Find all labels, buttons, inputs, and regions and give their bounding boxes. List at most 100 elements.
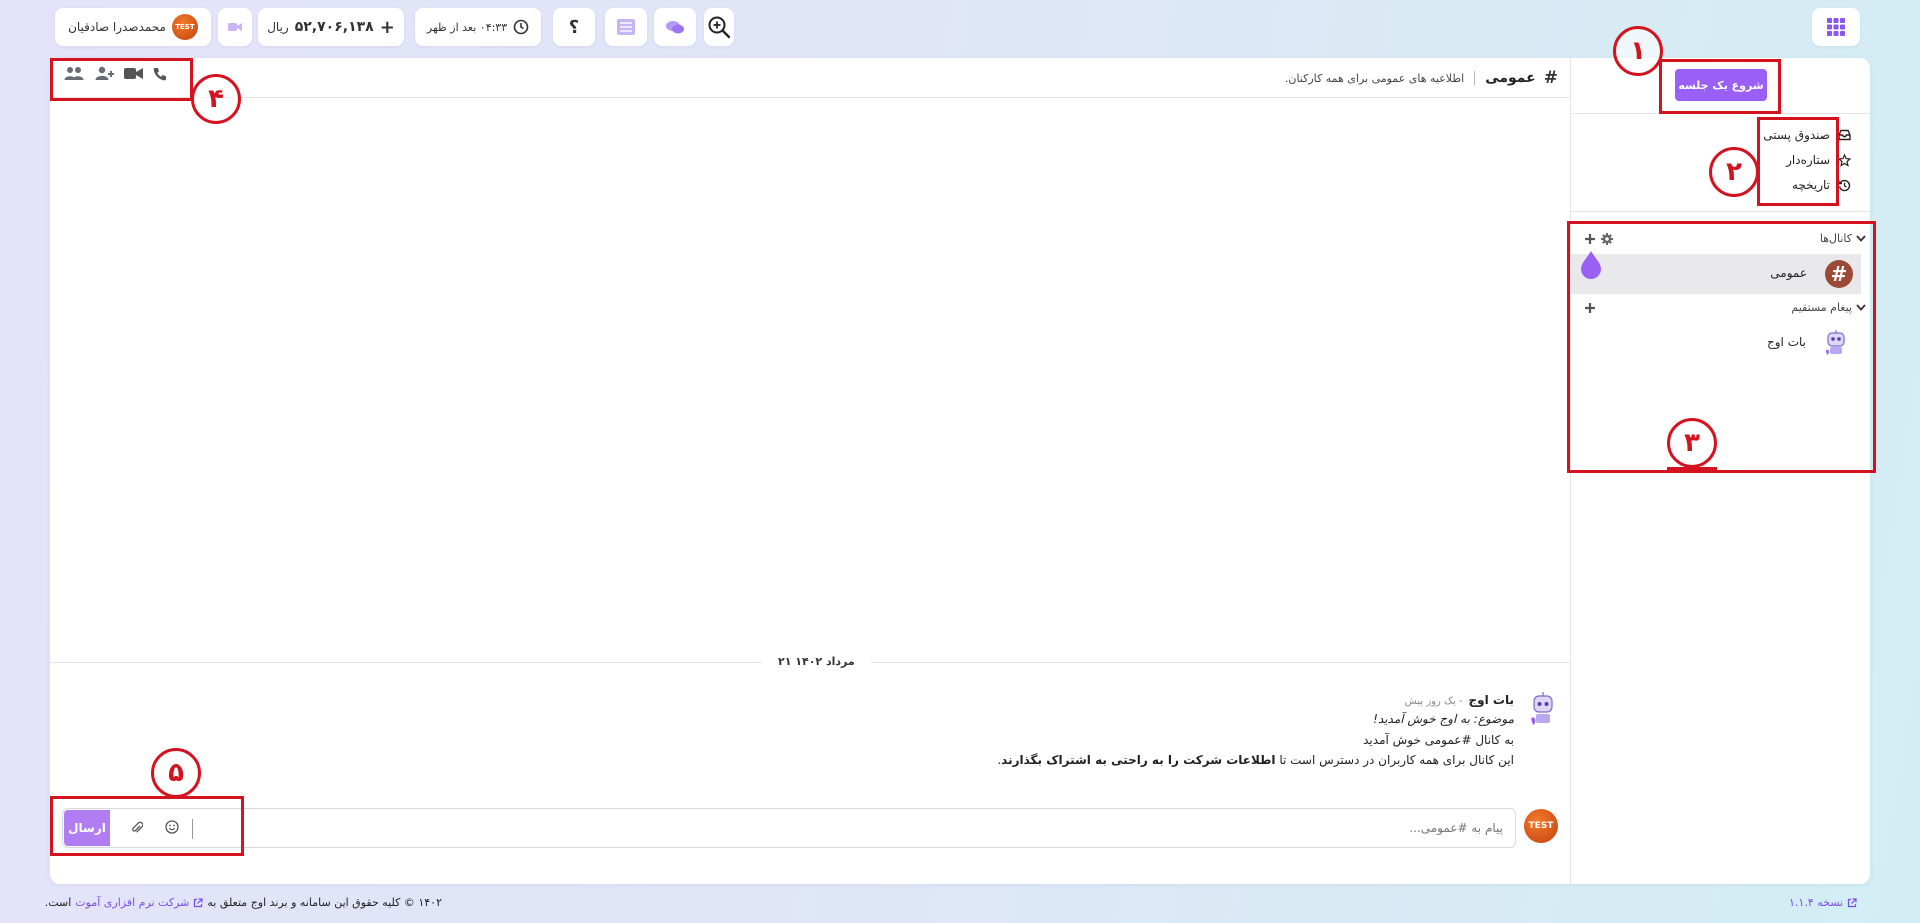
start-meeting-button[interactable]: شروع یک جلسه (1675, 69, 1767, 101)
call-actions (64, 66, 167, 81)
apps-menu-button[interactable] (1812, 8, 1860, 46)
sidebar-divider (1570, 58, 1571, 884)
plus-icon (1585, 234, 1595, 244)
sidebar-item-label: صندوق پستی (1763, 128, 1830, 142)
channels-title: کانال‌ها (1819, 232, 1852, 245)
balance-currency: ریال (267, 20, 289, 34)
channels-section-toggle[interactable]: کانال‌ها (1820, 232, 1866, 245)
chevron-down-icon (1856, 235, 1866, 242)
video-call-button[interactable] (124, 67, 143, 80)
help-icon: ؟ (568, 16, 580, 38)
version-link[interactable]: نسخه ۱.۱.۴ (1789, 896, 1857, 909)
clock-widget: ۰۴:۳۳ بعد از ظهر (415, 8, 541, 46)
channel-item-general[interactable]: # عمومی (1571, 251, 1861, 294)
user-menu[interactable]: TEST محمدصدرا صادقیان (55, 8, 211, 46)
video-icon (228, 23, 242, 31)
channel-topic: اطلاعیه های عمومی برای همه کارکنان. (1284, 71, 1465, 85)
dm-item-bot[interactable]: بات اوج (1571, 325, 1861, 361)
star-icon (1838, 153, 1851, 167)
line2-bold: اطلاعات شرکت را به راحتی به اشتراک بگذار… (1001, 753, 1276, 767)
sidebar-item-history[interactable]: تاریخچه (1792, 178, 1851, 192)
send-button[interactable]: ارسال (64, 810, 110, 846)
chat-button[interactable] (654, 8, 696, 46)
bot-avatar-icon (1823, 329, 1849, 357)
phone-icon (153, 67, 166, 80)
emoji-button[interactable] (165, 820, 179, 834)
wallet-balance[interactable]: + ۵۲,۷۰۶,۱۳۸ ریال (258, 8, 404, 46)
annotation-underline-5 (151, 796, 201, 799)
version-text: نسخه ۱.۱.۴ (1789, 896, 1844, 909)
paperclip-icon (132, 821, 143, 833)
channel-title: عمومی (1485, 70, 1536, 86)
sidebar-item-label: ستاره‌دار (1786, 153, 1830, 167)
footer-copyright: ۱۴۰۲ © کلیه حقوق این سامانه و برند اوج م… (45, 896, 442, 909)
members-button[interactable] (64, 66, 84, 81)
message-input[interactable] (203, 812, 1503, 844)
message-time: - یک روز پیش (1404, 696, 1463, 707)
message-subject: موضوع: به اوج خوش آمدید! (1373, 712, 1514, 726)
channel-header: # عمومی اطلاعیه های عمومی برای همه کارکن… (1285, 68, 1558, 88)
add-channel-button[interactable] (1584, 233, 1596, 245)
message-header: بات اوج - یک روز پیش (1405, 693, 1514, 707)
balance-amount: ۵۲,۷۰۶,۱۳۸ (294, 19, 374, 35)
message-line-2: این کانال برای همه کاربران در دسترس است … (997, 753, 1514, 767)
date-divider-label: ۲۱ مرداد ۱۴۰۲ (762, 655, 871, 668)
annotation-marker-2: ۲ (1709, 147, 1759, 197)
help-button[interactable]: ؟ (553, 8, 595, 46)
plus-icon (1585, 303, 1595, 313)
company-link[interactable]: شرکت نرم افزاری آموت (75, 896, 189, 909)
composer-separator (192, 819, 193, 839)
dm-name: بات اوج (1767, 335, 1806, 349)
annotation-marker-5: ۵ (151, 748, 201, 798)
sidebar-item-inbox[interactable]: صندوق پستی (1763, 128, 1851, 142)
dm-section-toggle[interactable]: پیغام مستقیم (1791, 301, 1866, 314)
chat-bubbles-icon (666, 21, 684, 34)
message-line-1: به کانال #عمومی خوش آمدید (1363, 733, 1514, 747)
tasks-button[interactable] (605, 8, 647, 46)
annotation-marker-1: ۱ (1613, 26, 1663, 76)
attach-button[interactable] (131, 821, 143, 835)
add-dm-button[interactable] (1584, 302, 1596, 314)
annotation-marker-3: ۳ (1667, 418, 1717, 468)
voice-call-button[interactable] (153, 67, 167, 81)
channel-avatar: # (1825, 260, 1853, 288)
inbox-icon (1838, 129, 1851, 141)
list-icon (617, 19, 635, 35)
zoom-button[interactable] (704, 8, 734, 46)
history-icon (1838, 179, 1851, 191)
sidebar-separator (1571, 211, 1870, 212)
sidebar-item-label: تاریخچه (1791, 178, 1830, 192)
message-author[interactable]: بات اوج (1469, 693, 1514, 707)
message-bot-avatar (1528, 691, 1558, 727)
annotation-marker-4: ۴ (191, 74, 241, 124)
annotation-underline-3 (1667, 467, 1717, 470)
avatar: TEST (171, 14, 198, 40)
dm-title: پیغام مستقیم (1791, 301, 1852, 314)
copyright-end: است. (44, 896, 72, 909)
subject-text: به اوج خوش آمدید! (1373, 712, 1470, 726)
header-separator (1474, 71, 1476, 85)
add-member-button[interactable] (94, 66, 114, 81)
time-text: ۰۴:۳۳ بعد از ظهر (426, 20, 508, 34)
external-link-icon (1847, 897, 1857, 908)
gear-icon (1601, 233, 1613, 245)
grid-icon (1827, 18, 1845, 36)
balance-plus[interactable]: + (380, 17, 395, 38)
line2-plain: این کانال برای همه کاربران در دسترس است … (1279, 753, 1514, 767)
external-link-icon (193, 897, 204, 908)
channel-name: عمومی (1770, 266, 1807, 280)
subject-prefix: موضوع: (1473, 712, 1514, 726)
user-name: محمدصدرا صادقیان (68, 20, 166, 34)
video-icon (124, 68, 143, 79)
header-divider (50, 97, 1570, 98)
sidebar-item-starred[interactable]: ستاره‌دار (1786, 153, 1851, 167)
camera-button[interactable] (218, 8, 252, 46)
user-plus-icon (95, 66, 114, 80)
chevron-down-icon (1856, 304, 1866, 311)
sidebar-separator (1571, 113, 1870, 114)
composer-avatar: TEST (1524, 809, 1558, 843)
main-panel (50, 58, 1870, 884)
clock-icon (513, 19, 529, 35)
copyright-text: ۱۴۰۲ © کلیه حقوق این سامانه و برند اوج م… (207, 896, 442, 909)
channel-settings-button[interactable] (1601, 233, 1613, 245)
